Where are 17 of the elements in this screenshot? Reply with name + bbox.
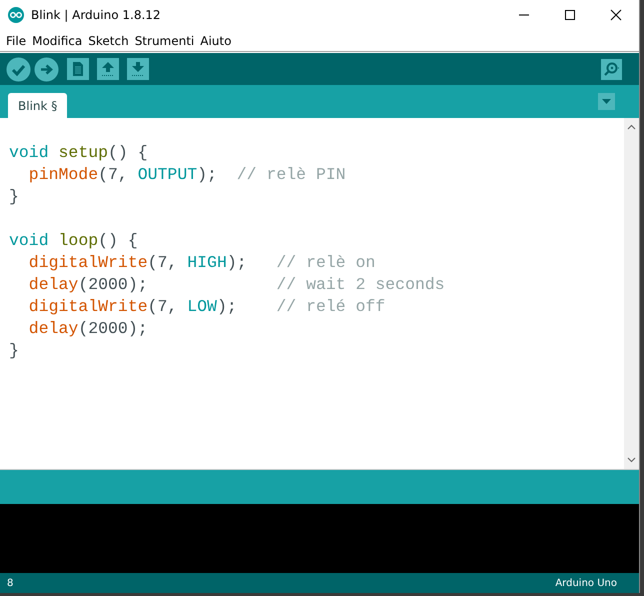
window-title: Blink | Arduino 1.8.12 [31,8,161,22]
menu-item[interactable]: Aiuto [197,34,234,48]
arrow-button-icon[interactable] [34,56,59,82]
menu-item[interactable]: Sketch [85,34,132,48]
code-editor[interactable]: void setup() { pinMode(7, OUTPUT); // relè PIN } void loop() { digitalWrite(7, HIGH); // relè on delay(2000); // wait 2 seconds digitalWrite(7, LOW); // relé off delay(2000); } [0,118,624,469]
board-name: Arduino Uno [555,578,617,588]
menu-item[interactable]: File [3,34,30,48]
menu-item[interactable]: Strumenti [132,34,198,48]
app-logo-icon [8,7,24,23]
line-number: 8 [7,578,14,588]
menu-item[interactable]: Modifica [29,34,86,48]
document-icon[interactable] [67,58,89,80]
magnifier-icon[interactable] [601,58,622,80]
scrollbar[interactable] [624,118,639,469]
editor-tab[interactable]: Blink § [8,93,68,118]
dropdown-icon[interactable] [598,93,615,110]
checkmark-button-icon[interactable] [6,56,31,82]
